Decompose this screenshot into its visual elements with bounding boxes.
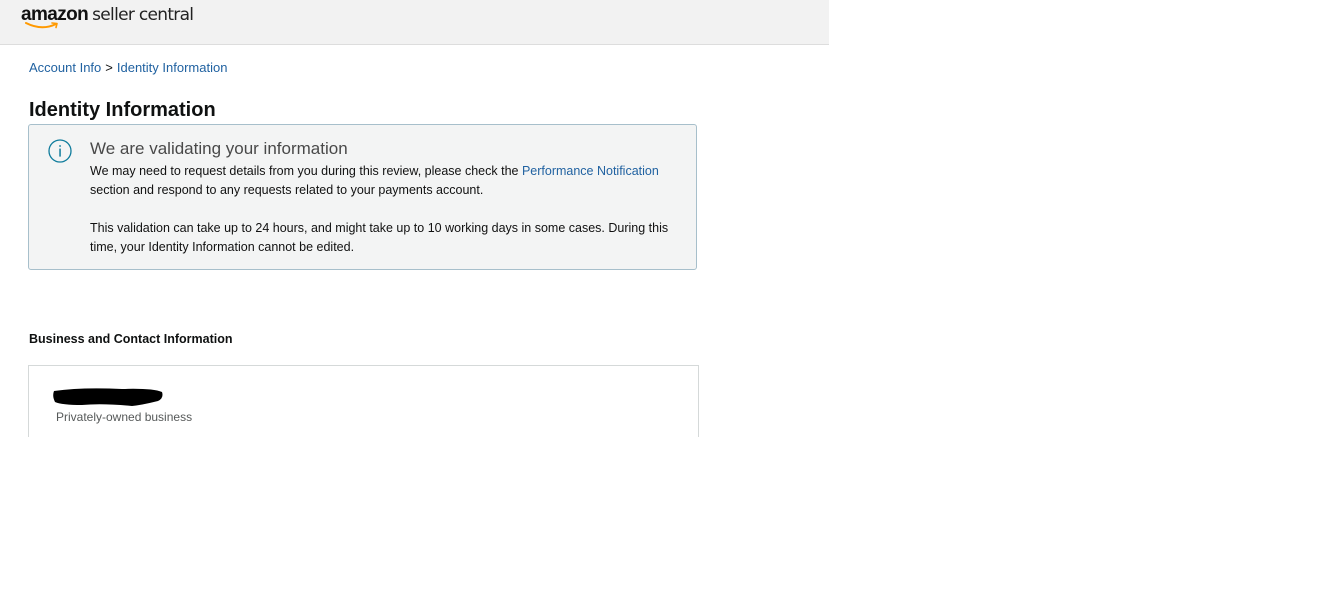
alert-paragraph-review: We may need to request details from you … xyxy=(90,162,680,200)
redacted-business-name xyxy=(53,388,163,406)
logo-product: seller central xyxy=(92,5,194,25)
amazon-seller-central-logo[interactable]: amazon seller central xyxy=(21,4,194,32)
top-header: amazon seller central xyxy=(0,0,829,45)
business-type-label: Privately-owned business xyxy=(56,410,193,424)
page-title: Identity Information xyxy=(29,99,216,121)
alert-text-after-link: section and respond to any requests rela… xyxy=(90,183,484,197)
validation-alert: We are validating your information We ma… xyxy=(28,124,697,270)
performance-notification-link[interactable]: Performance Notification xyxy=(522,164,659,178)
business-contact-section-title: Business and Contact Information xyxy=(29,332,233,346)
breadcrumb-account-info[interactable]: Account Info xyxy=(29,60,101,75)
alert-paragraph-duration: This validation can take up to 24 hours,… xyxy=(90,221,669,254)
logo-brand: amazon xyxy=(21,4,89,29)
alert-body: We may need to request details from you … xyxy=(90,162,680,257)
alert-title: We are validating your information xyxy=(90,139,348,158)
breadcrumb-identity-information[interactable]: Identity Information xyxy=(117,60,228,75)
alert-text-before-link: We may need to request details from you … xyxy=(90,164,522,178)
amazon-smile-icon xyxy=(25,22,58,29)
page: amazon seller central Account Info > Ident… xyxy=(0,0,1336,611)
breadcrumb-separator: > xyxy=(105,60,113,75)
info-icon xyxy=(48,139,72,163)
breadcrumb: Account Info > Identity Information xyxy=(29,60,227,76)
business-info-card: Privately-owned business xyxy=(28,365,699,437)
